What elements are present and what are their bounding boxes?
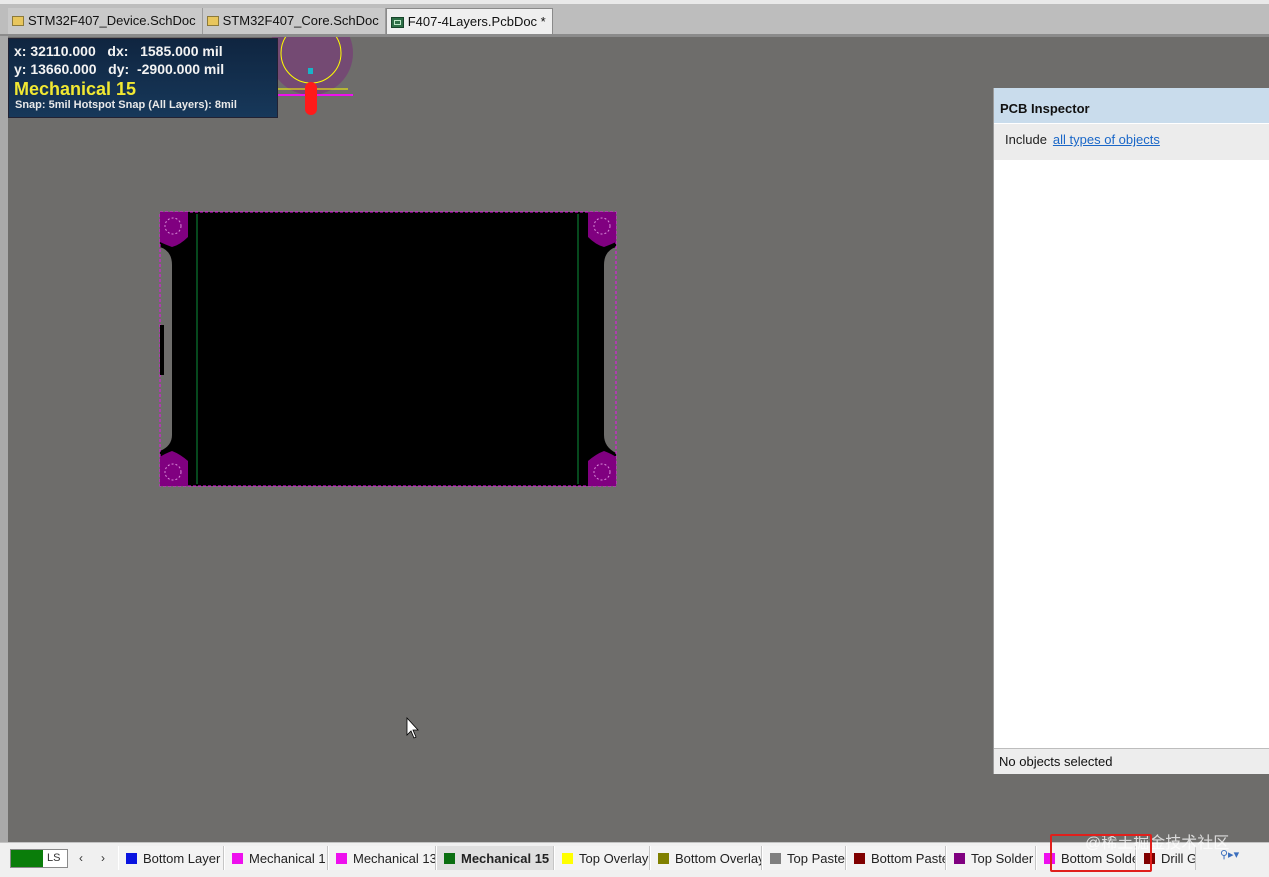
layer-color-swatch [336, 852, 347, 864]
tab-device-schdoc[interactable]: STM32F407_Device.SchDoc [8, 8, 203, 34]
schematic-doc-icon [206, 16, 219, 26]
left-edge-panel [0, 36, 8, 842]
layer-tab-label: Top Overlay [579, 850, 649, 866]
layer-color-swatch [854, 852, 865, 864]
hud-current-layer: Mechanical 15 [14, 79, 137, 99]
tab-pcbdoc[interactable]: F407-4Layers.PcbDoc * [385, 8, 553, 35]
hud-coordinates-y: y: 13660.000 dy: -2900.000 mil [14, 61, 225, 77]
layer-tabs: Bottom Layer Mechanical 1 Mechanical 13 Mec… [118, 846, 1196, 870]
red-pad[interactable] [305, 82, 317, 115]
layer-tab-label: Bottom Paste [871, 850, 946, 866]
tab-label: F407-4Layers.PcbDoc * [407, 14, 546, 29]
layer-tab-label: Top Solder [971, 850, 1034, 866]
layer-tab[interactable]: Mechanical 1 [224, 846, 328, 870]
layer-tab-label: Top Paste [787, 850, 845, 866]
layer-tab-label: Mechanical 15 [461, 850, 550, 866]
layer-color-swatch [126, 852, 137, 864]
layer-tab-label: Mechanical 1 [249, 850, 326, 866]
layer-color-swatch [562, 852, 573, 864]
layer-color-swatch [954, 852, 965, 864]
highlight-box [1050, 834, 1152, 872]
layer-tab-label: Bottom Overlay [675, 850, 762, 866]
layer-color-swatch [232, 852, 243, 864]
include-types-link[interactable]: all types of objects [1053, 132, 1160, 147]
include-label: Include [1005, 132, 1047, 147]
layer-tab[interactable]: Bottom Overlay [650, 846, 762, 870]
current-layer-swatch [11, 850, 43, 867]
tab-label: STM32F407_Device.SchDoc [28, 13, 196, 28]
board-outline[interactable] [159, 211, 617, 487]
layer-tab[interactable]: Top Overlay [554, 846, 650, 870]
layer-set-label: LS [47, 852, 61, 864]
document-tabs: STM32F407_Device.SchDoc STM32F407_Core.S… [8, 8, 553, 35]
layer-tab[interactable]: Bottom Paste [846, 846, 946, 870]
pcb-inspector-panel: PCB Inspector Include all types of object… [993, 88, 1269, 774]
inspector-status: No objects selected [994, 748, 1269, 774]
layer-tab[interactable]: Top Paste [762, 846, 846, 870]
tab-label: STM32F407_Core.SchDoc [222, 13, 379, 28]
layer-tab-label: Mechanical 13 [353, 850, 436, 866]
layer-set-button[interactable]: LS [10, 849, 68, 868]
inspector-include-row: Include all types of objects [994, 124, 1269, 160]
layer-color-swatch [770, 852, 781, 864]
mouse-cursor-icon [406, 716, 419, 739]
top-component[interactable] [269, 37, 353, 115]
heads-up-display: x: 32110.000 dx: 1585.000 mil y: 13660.0… [8, 38, 278, 118]
hud-coordinates-x: x: 32110.000 dx: 1585.000 mil [14, 43, 223, 59]
pcb-doc-icon [390, 16, 404, 28]
layer-color-swatch [658, 852, 669, 864]
tab-core-schdoc[interactable]: STM32F407_Core.SchDoc [202, 8, 386, 34]
hud-snap-info: Snap: 5mil Hotspot Snap (All Layers): 8m… [15, 99, 237, 111]
schematic-doc-icon [12, 16, 24, 26]
inspector-title: PCB Inspector [994, 88, 1269, 123]
layer-tab[interactable]: Mechanical 15 [436, 846, 554, 870]
title-strip [0, 0, 1269, 4]
layer-color-swatch [444, 852, 455, 864]
layer-tab[interactable]: Top Solder [946, 846, 1036, 870]
layer-tab[interactable]: Bottom Layer [118, 846, 224, 870]
layer-tab-label: Bottom Layer [143, 850, 221, 866]
chevron-left-icon[interactable]: ‹ [72, 849, 90, 867]
layer-tab[interactable]: Mechanical 13 [328, 846, 436, 870]
chevron-right-icon[interactable]: › [94, 849, 112, 867]
